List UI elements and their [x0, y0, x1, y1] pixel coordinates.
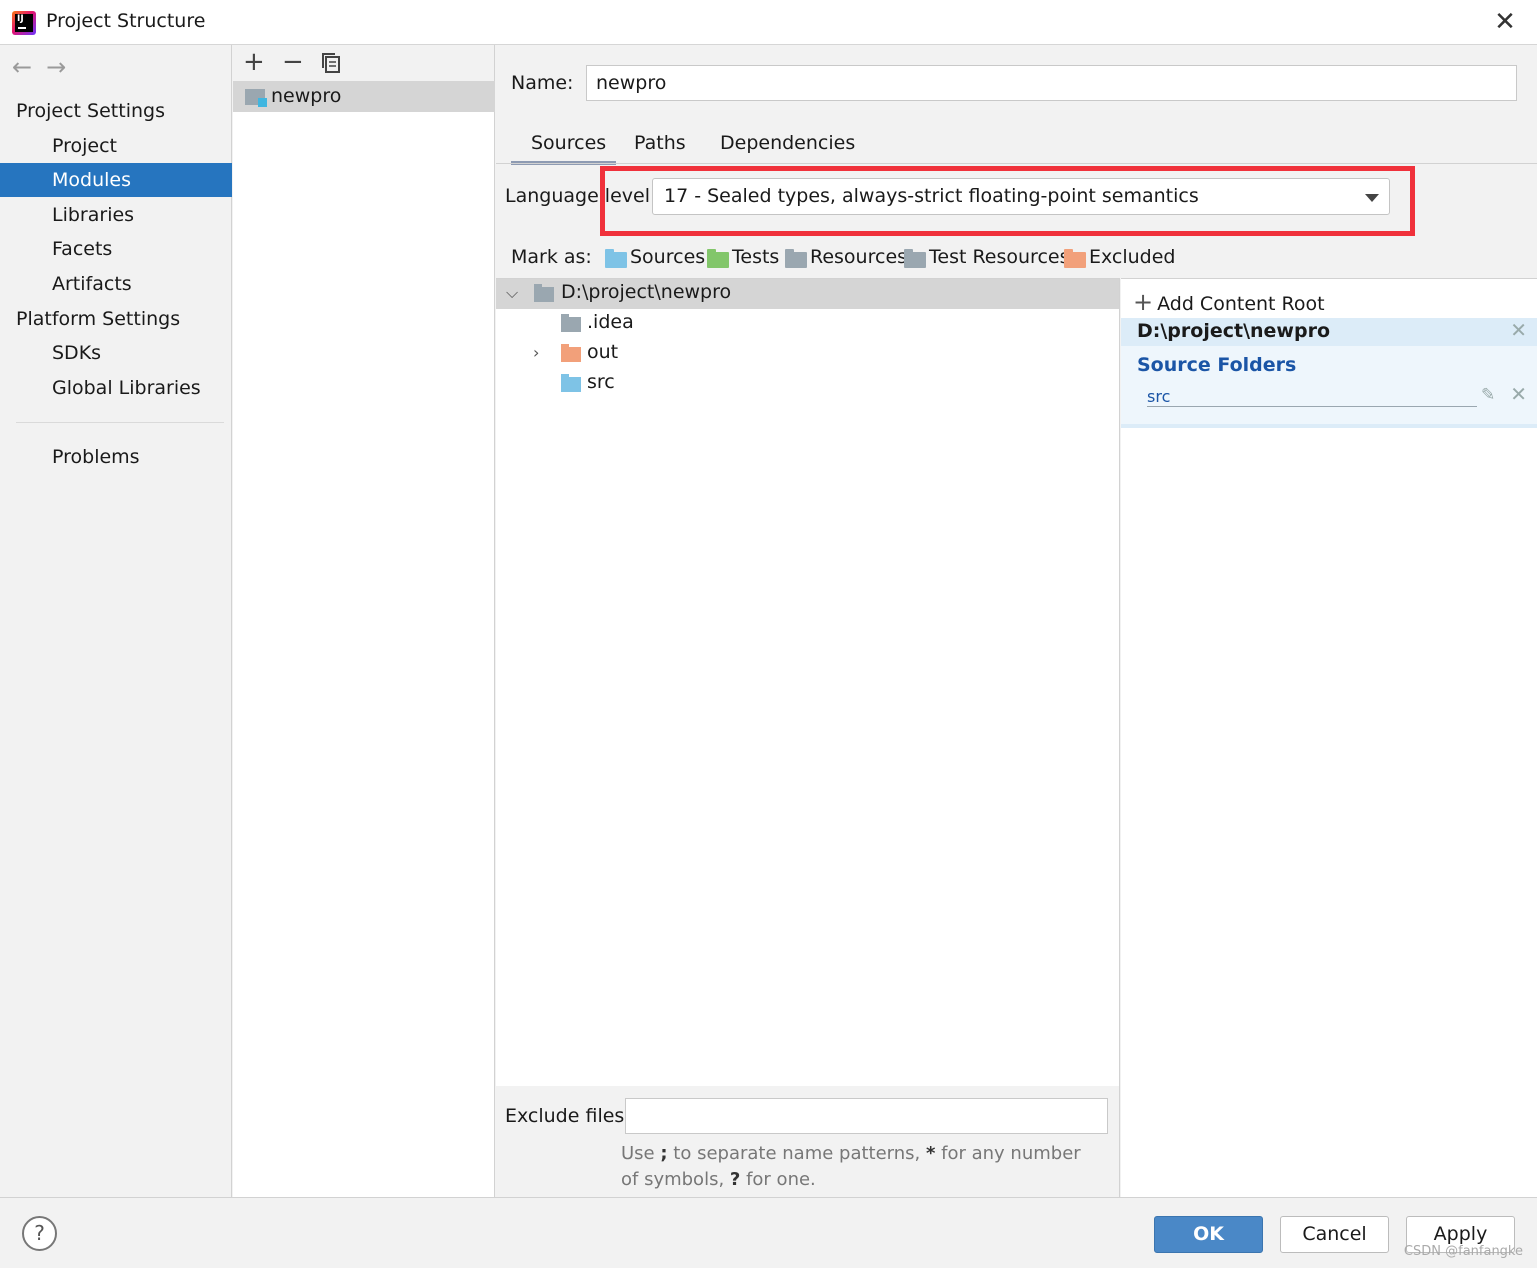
chevron-right-icon[interactable]: › [533, 343, 539, 362]
tree-item-root[interactable]: ⌵ D:\project\newpro [496, 279, 1119, 309]
exclude-files-label: Exclude files: [505, 1105, 631, 1127]
help-button[interactable]: ? [22, 1216, 57, 1251]
source-folder-item[interactable]: src [1147, 387, 1477, 407]
resources-folder-icon [785, 249, 807, 268]
arrow-right-icon[interactable]: → [46, 53, 66, 81]
chevron-down-icon[interactable]: ⌵ [506, 283, 518, 303]
nav-item-modules[interactable]: Modules [0, 163, 232, 197]
exclude-files-hint: Use ; to separate name patterns, * for a… [621, 1143, 1081, 1190]
nav-item-global-libraries[interactable]: Global Libraries [0, 371, 232, 405]
copy-icon[interactable] [321, 51, 341, 81]
add-content-root-button[interactable]: + Add Content Root [1133, 288, 1325, 316]
ok-button[interactable]: OK [1154, 1216, 1263, 1253]
plus-icon: + [1133, 288, 1154, 316]
tree-item-idea[interactable]: .idea [496, 309, 1119, 339]
dialog-button-bar: ? OK Cancel Apply CSDN @fanfangke [0, 1197, 1537, 1268]
mark-excluded-label: Excluded [1089, 246, 1176, 268]
nav-item-artifacts[interactable]: Artifacts [0, 267, 232, 301]
name-field[interactable]: newpro [586, 65, 1517, 101]
content-root-header: D:\project\newpro ✕ [1121, 318, 1537, 346]
remove-root-icon[interactable]: ✕ [1510, 318, 1527, 342]
mark-test-resources-label: Test Resources [929, 246, 1070, 268]
tab-dependencies[interactable]: Dependencies [720, 131, 855, 165]
platform-settings-header: Platform Settings [16, 308, 181, 330]
module-list-panel: + − newpro [233, 45, 495, 1197]
tree-item-label: out [587, 341, 619, 363]
test-resources-folder-icon [904, 249, 926, 268]
nav-item-facets[interactable]: Facets [0, 232, 232, 266]
nav-divider [16, 422, 224, 423]
add-content-root-label: Add Content Root [1157, 293, 1325, 315]
module-toolbar: + − [233, 45, 494, 81]
mark-resources-label: Resources [810, 246, 908, 268]
module-name-label: newpro [271, 85, 342, 107]
tree-item-label: src [587, 371, 615, 393]
remove-source-folder-icon[interactable]: ✕ [1510, 382, 1527, 406]
module-settings-panel: Name: newpro Sources Paths Dependencies … [496, 45, 1537, 1197]
module-item-newpro[interactable]: newpro [233, 81, 495, 112]
tree-item-label: .idea [587, 311, 634, 333]
module-folder-icon [245, 89, 267, 107]
folder-tree: ⌵ D:\project\newpro .idea › out src [496, 278, 1120, 1086]
close-icon[interactable]: ✕ [1491, 8, 1519, 36]
highlight-annotation [600, 166, 1415, 236]
nav-arrows: ← → [12, 53, 80, 81]
tree-item-src[interactable]: src [496, 369, 1119, 399]
tab-paths[interactable]: Paths [634, 131, 686, 165]
cancel-button[interactable]: Cancel [1280, 1216, 1389, 1253]
folder-icon [534, 284, 554, 302]
name-label: Name: [511, 72, 574, 94]
nav-item-sdks[interactable]: SDKs [0, 336, 232, 370]
intellij-logo-icon: IJ [12, 11, 36, 35]
folder-icon [561, 314, 581, 332]
title-bar: IJ Project Structure ✕ [0, 0, 1537, 45]
excluded-folder-icon [1064, 249, 1086, 268]
mark-tests-label: Tests [732, 246, 780, 268]
source-folders-section: Source Folders src ✎ ✕ [1121, 346, 1537, 428]
tree-item-out[interactable]: › out [496, 339, 1119, 369]
mark-sources-label: Sources [630, 246, 706, 268]
tree-root-label: D:\project\newpro [561, 281, 732, 303]
mark-as-toolbar: Mark as: Sources Tests Resources Test Re… [511, 246, 1521, 276]
content-root-path: D:\project\newpro [1137, 320, 1331, 342]
nav-item-problems[interactable]: Problems [0, 440, 232, 474]
tabs-divider [496, 163, 1537, 164]
exclude-files-section: Exclude files: Use ; to separate name pa… [496, 1086, 1120, 1197]
nav-item-project[interactable]: Project [0, 129, 232, 163]
sources-folder-icon [605, 249, 627, 268]
source-folders-title: Source Folders [1137, 354, 1297, 376]
pencil-icon[interactable]: ✎ [1481, 385, 1495, 405]
window-title: Project Structure [46, 10, 206, 32]
tests-folder-icon [707, 249, 729, 268]
add-icon[interactable]: + [243, 47, 265, 77]
content-root-panel: + Add Content Root D:\project\newpro ✕ So… [1121, 278, 1537, 1197]
remove-icon[interactable]: − [282, 47, 304, 77]
arrow-left-icon[interactable]: ← [12, 53, 32, 81]
watermark: CSDN @fanfangke [1403, 1244, 1523, 1259]
settings-nav: ← → Project Settings Project Modules Libr… [0, 45, 232, 1197]
tab-sources[interactable]: Sources [511, 131, 616, 165]
mark-as-label: Mark as: [511, 246, 592, 268]
nav-item-libraries[interactable]: Libraries [0, 198, 232, 232]
exclude-files-input[interactable] [625, 1098, 1108, 1134]
project-settings-header: Project Settings [16, 100, 165, 122]
sources-folder-icon [561, 374, 581, 392]
excluded-folder-icon [561, 344, 581, 362]
